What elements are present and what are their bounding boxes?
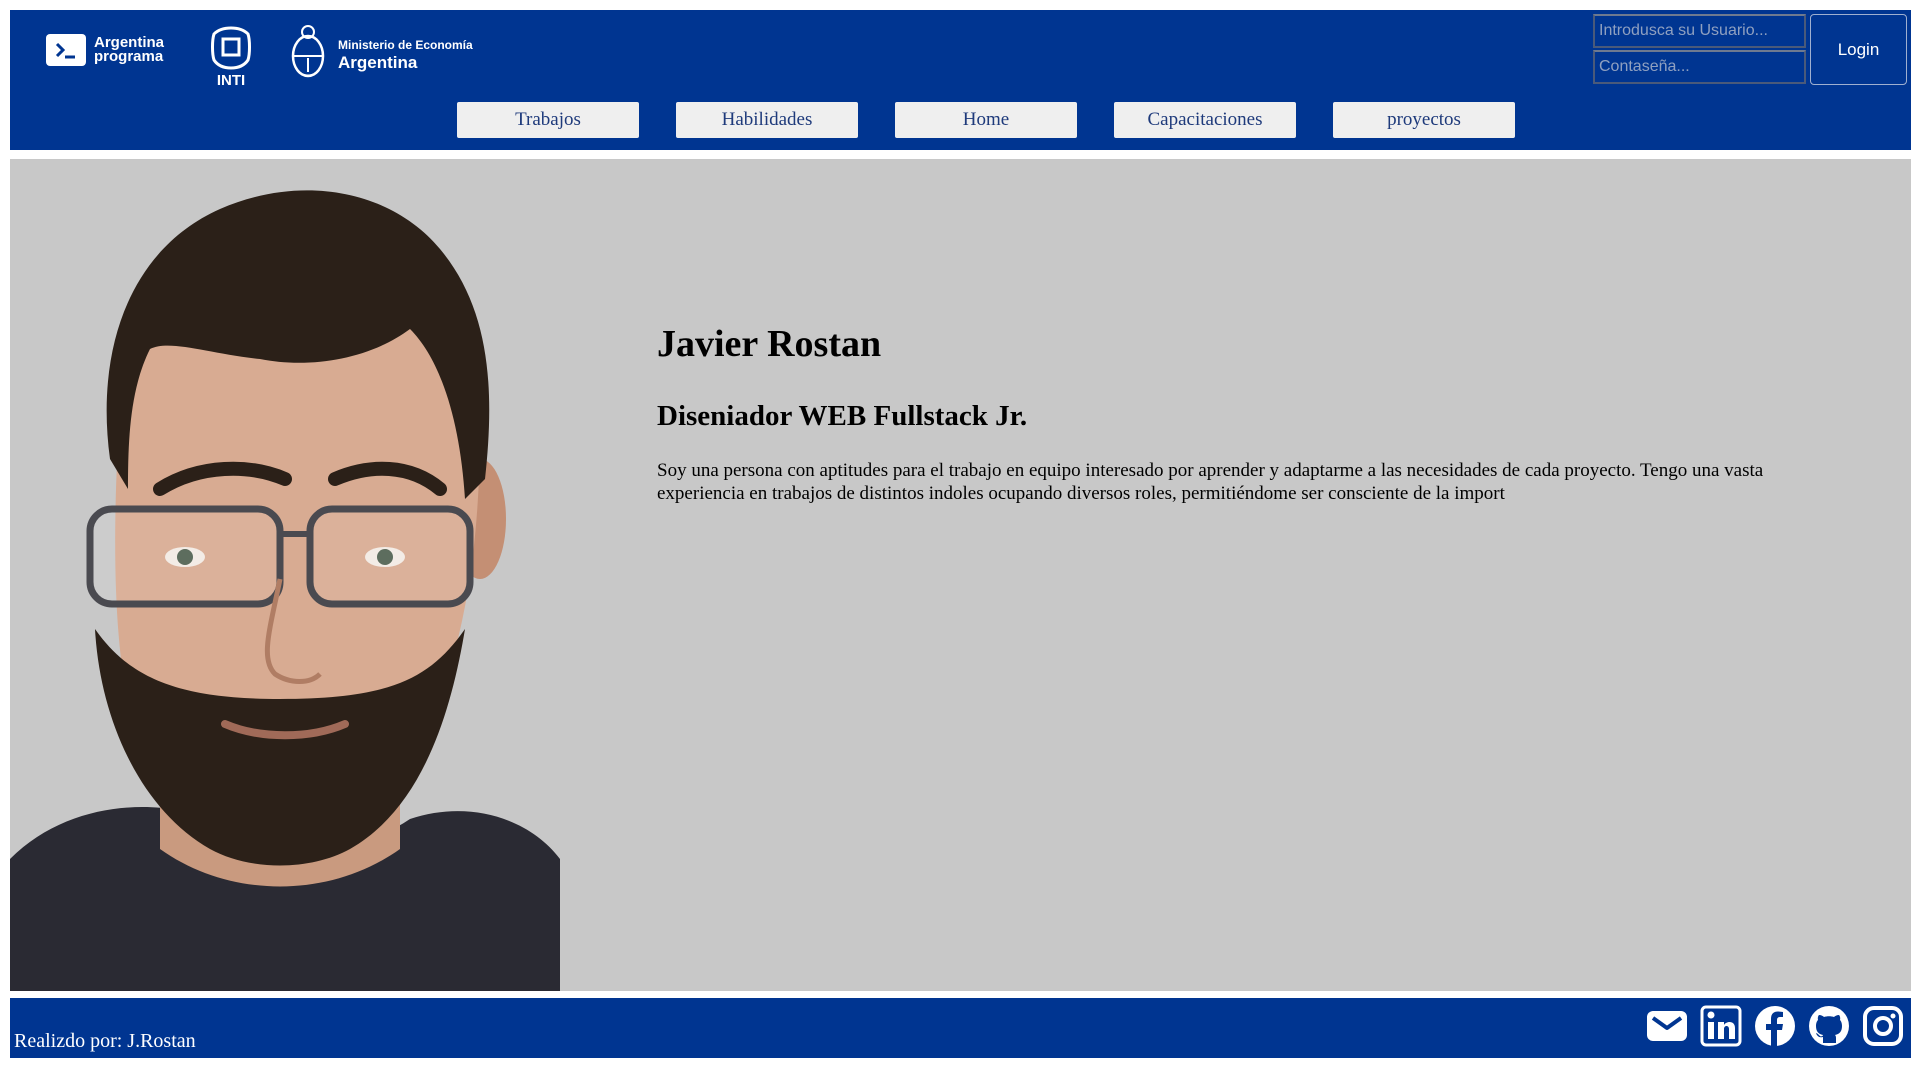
site-footer: Realizdo por: J.Rostan [10,998,1911,1058]
facebook-icon[interactable] [1753,1004,1797,1048]
profile-name: Javier Rostan [657,323,882,365]
nav-habilidades-button[interactable]: Habilidades [676,102,858,138]
profile-section: Javier Rostan Diseniador WEB Fullstack J… [10,159,1911,991]
linkedin-icon[interactable] [1699,1004,1743,1048]
mail-icon[interactable] [1645,1004,1689,1048]
login-form [1593,14,1806,86]
main-nav: Trabajos Habilidades Home Capacitaciones… [457,102,1515,138]
profile-intro: Javier Rostan Diseniador WEB Fullstack J… [657,322,1847,505]
username-input[interactable] [1593,14,1806,48]
terminal-icon [46,34,86,66]
profile-photo [10,159,560,991]
ministerio-line1: Ministerio de Economía [338,38,473,52]
nav-proyectos-button[interactable]: proyectos [1333,102,1515,138]
github-icon[interactable] [1807,1004,1851,1048]
site-header: Argentina programa INTI Ministerio de Ec… [10,10,1911,150]
inti-wordmark: INTI [216,72,246,89]
ministerio-line2: Argentina [338,53,418,72]
footer-credit: Realizdo por: J.Rostan [14,1030,196,1052]
ministerio-economia-logo[interactable]: Ministerio de Economía Argentina [286,24,473,84]
instagram-icon[interactable] [1861,1004,1905,1048]
argentina-programa-wordmark: Argentina programa [94,34,165,65]
password-input[interactable] [1593,50,1806,84]
ministerio-wordmark: Ministerio de Economía Argentina [338,37,473,71]
profile-description: Soy una persona con aptitudes para el tr… [657,460,1764,504]
login-button[interactable]: Login [1810,14,1907,85]
nav-trabajos-button[interactable]: Trabajos [457,102,639,138]
nav-home-button[interactable]: Home [895,102,1077,138]
profile-title: Diseniador WEB Fullstack Jr. [657,400,1028,432]
inti-logo[interactable]: INTI [210,26,252,89]
nav-capacitaciones-button[interactable]: Capacitaciones [1114,102,1296,138]
national-coat-of-arms-icon [291,25,325,78]
inti-emblem-icon [211,26,251,70]
argentina-programa-logo[interactable]: Argentina programa [46,34,164,66]
social-links [1645,1004,1905,1048]
